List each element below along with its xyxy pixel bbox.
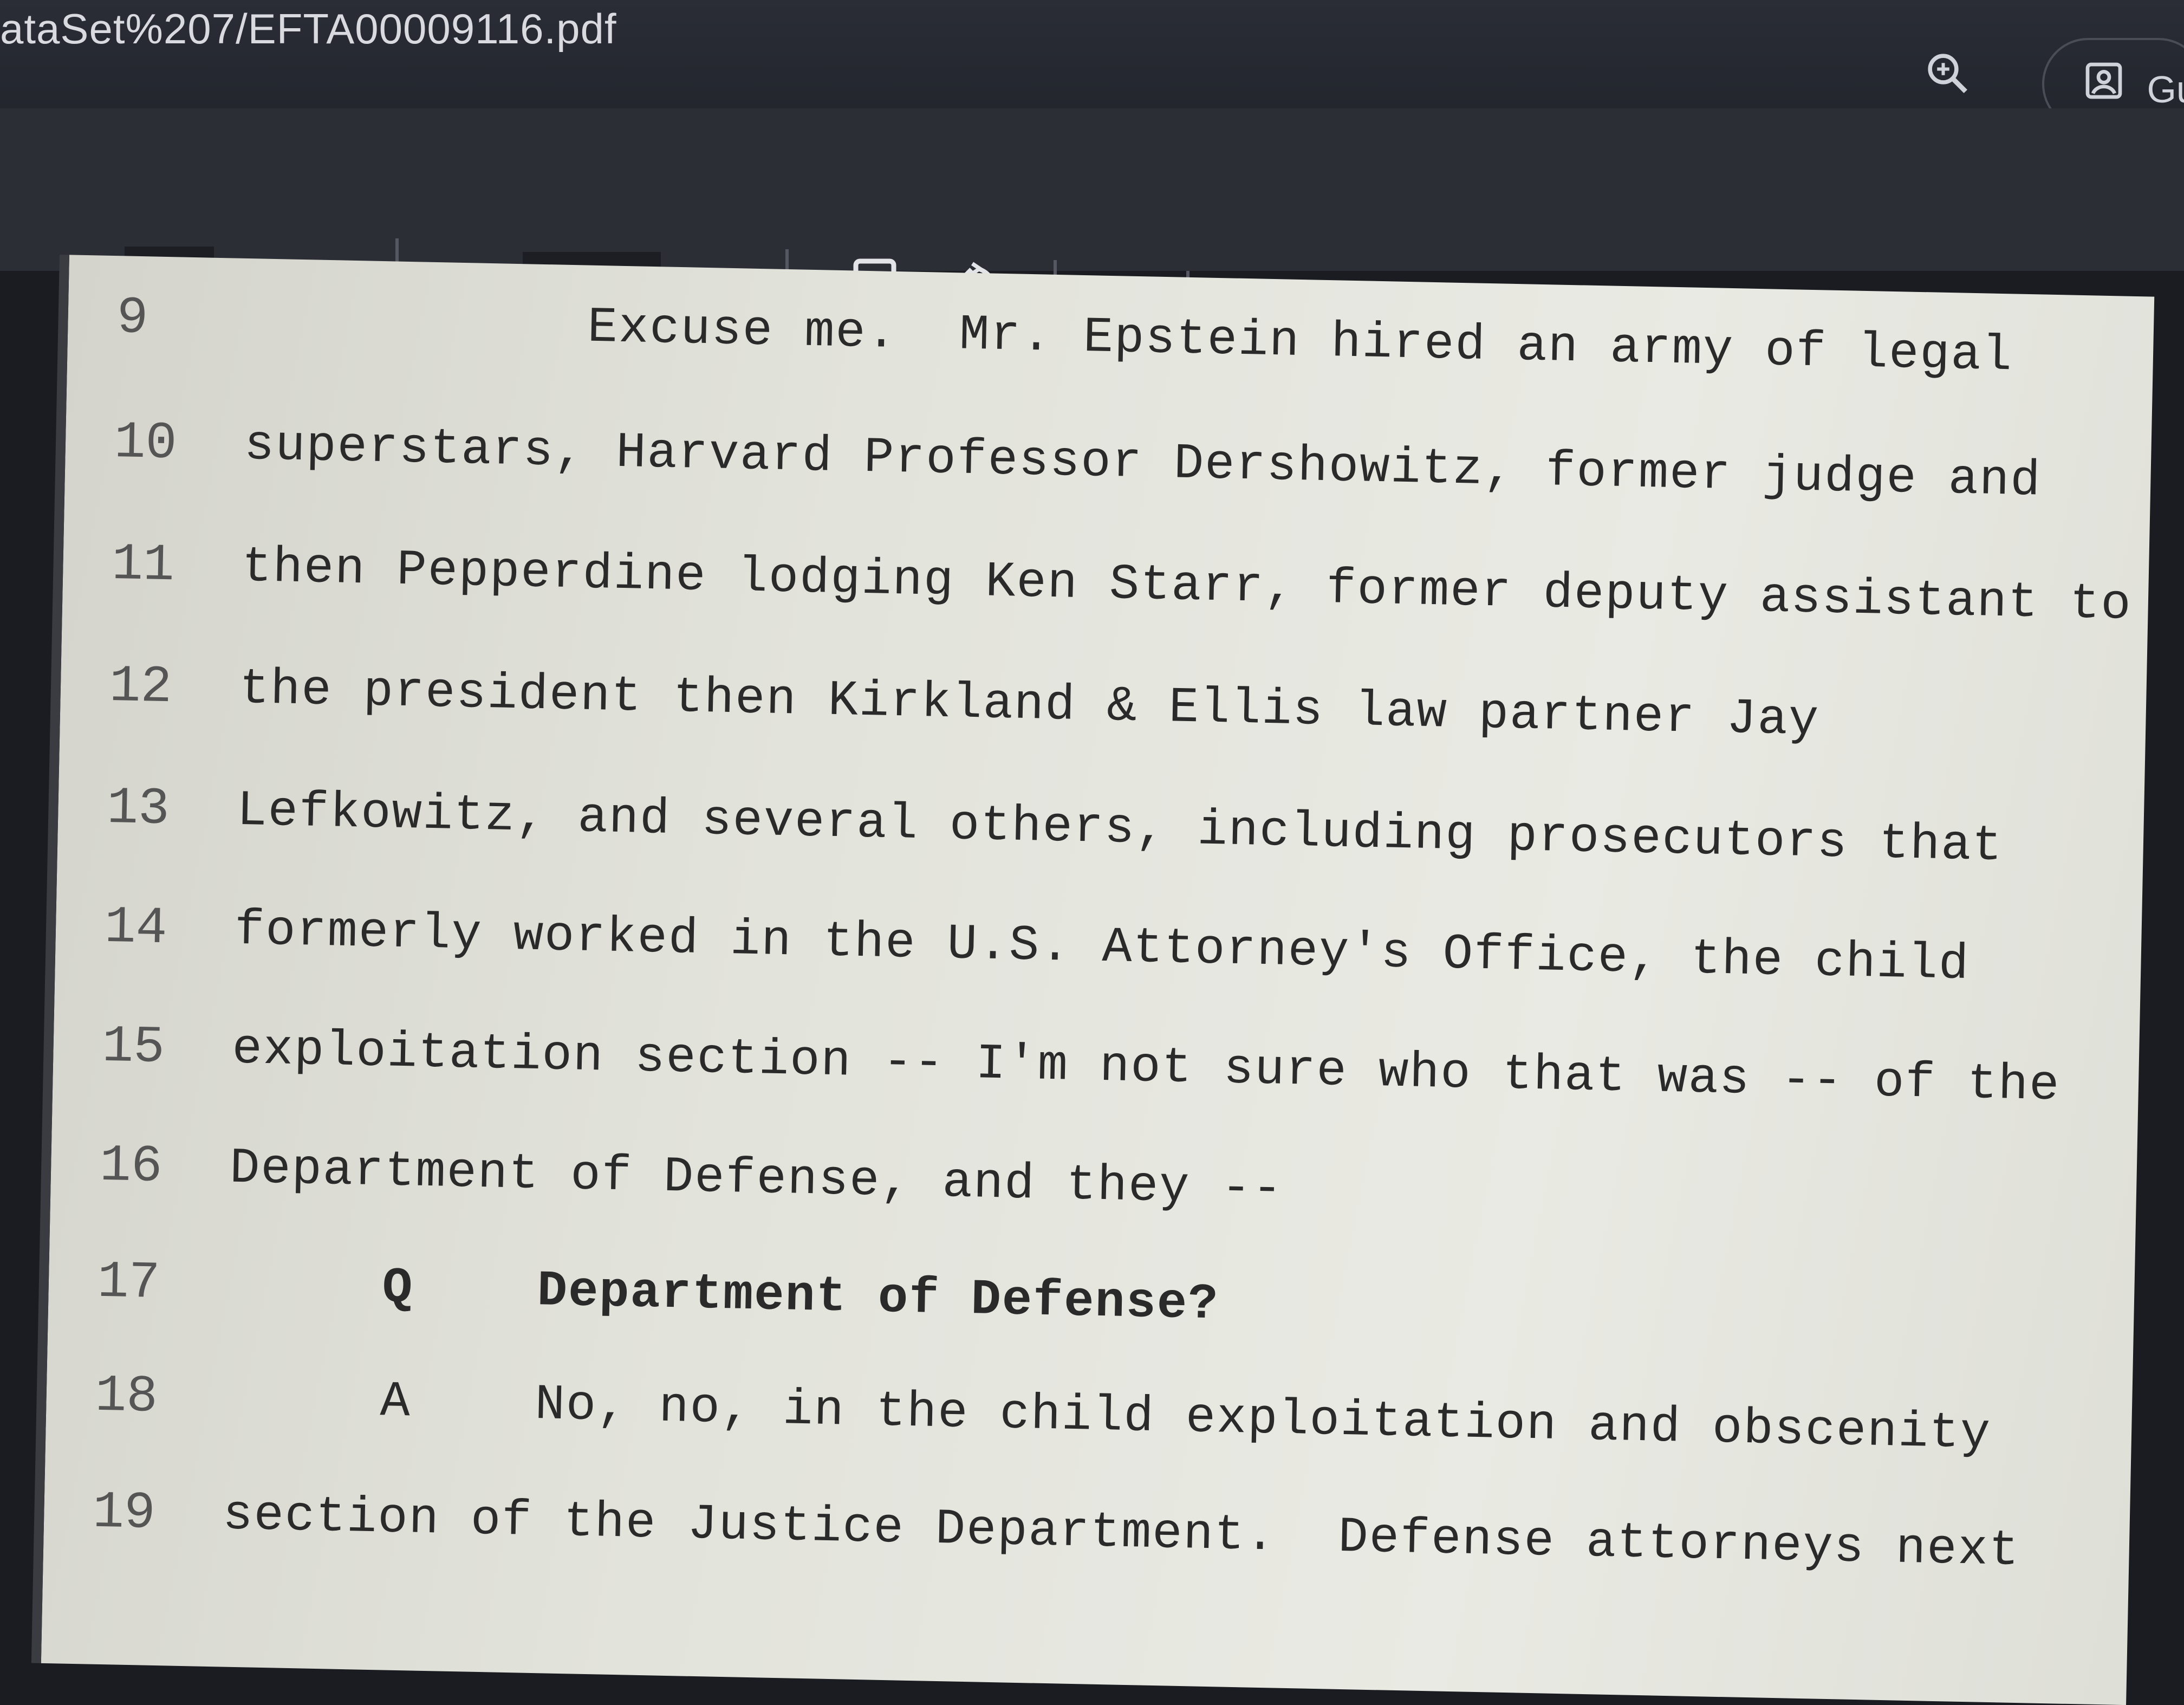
line-number: 9 [116, 288, 149, 348]
line-number: 18 [94, 1366, 159, 1427]
document-title: ataSet%207/EFTA00009116.pdf [0, 5, 617, 53]
transcript-line: 9 Excuse me. Mr. Epstein hired an army o… [67, 284, 2127, 434]
line-number: 14 [104, 897, 168, 958]
line-number: 16 [99, 1136, 163, 1197]
line-text: Q Department of Defense? [226, 1256, 1220, 1333]
line-number: 13 [106, 778, 170, 839]
transcript-line: 10 superstars, Harvard Professor Dershow… [64, 409, 2124, 559]
line-number: 17 [96, 1252, 161, 1313]
pdf-toolbar: 97 / 113 — 119% + [0, 108, 2184, 363]
zoom-search-icon[interactable] [1923, 49, 1972, 98]
line-number: 15 [101, 1016, 165, 1078]
line-text: Department of Defense, and they -- [229, 1139, 1284, 1218]
line-number: 12 [108, 657, 173, 717]
line-number: 10 [113, 413, 178, 474]
zoom-search-icon-svg [1928, 54, 1967, 93]
line-number: 19 [92, 1482, 156, 1544]
line-text: Excuse me. Mr. Epstein hired an army of … [246, 291, 2013, 385]
line-text: superstars, Harvard Professor Dershowitz… [243, 416, 2042, 510]
account-label: Gu [2147, 68, 2184, 111]
pdf-page: 9 Excuse me. Mr. Epstein hired an army o… [31, 255, 2155, 1705]
transcript-line: 11 then Pepperdine lodging Ken Starr, fo… [62, 531, 2132, 680]
line-text: the president then Kirkland & Ellis law … [238, 660, 1821, 749]
browser-title-bar: ataSet%207/EFTA00009116.pdf Gu [0, 0, 2184, 130]
line-number: 11 [111, 535, 175, 595]
transcript-line: 12 the president then Kirkland & Ellis l… [59, 653, 2119, 802]
